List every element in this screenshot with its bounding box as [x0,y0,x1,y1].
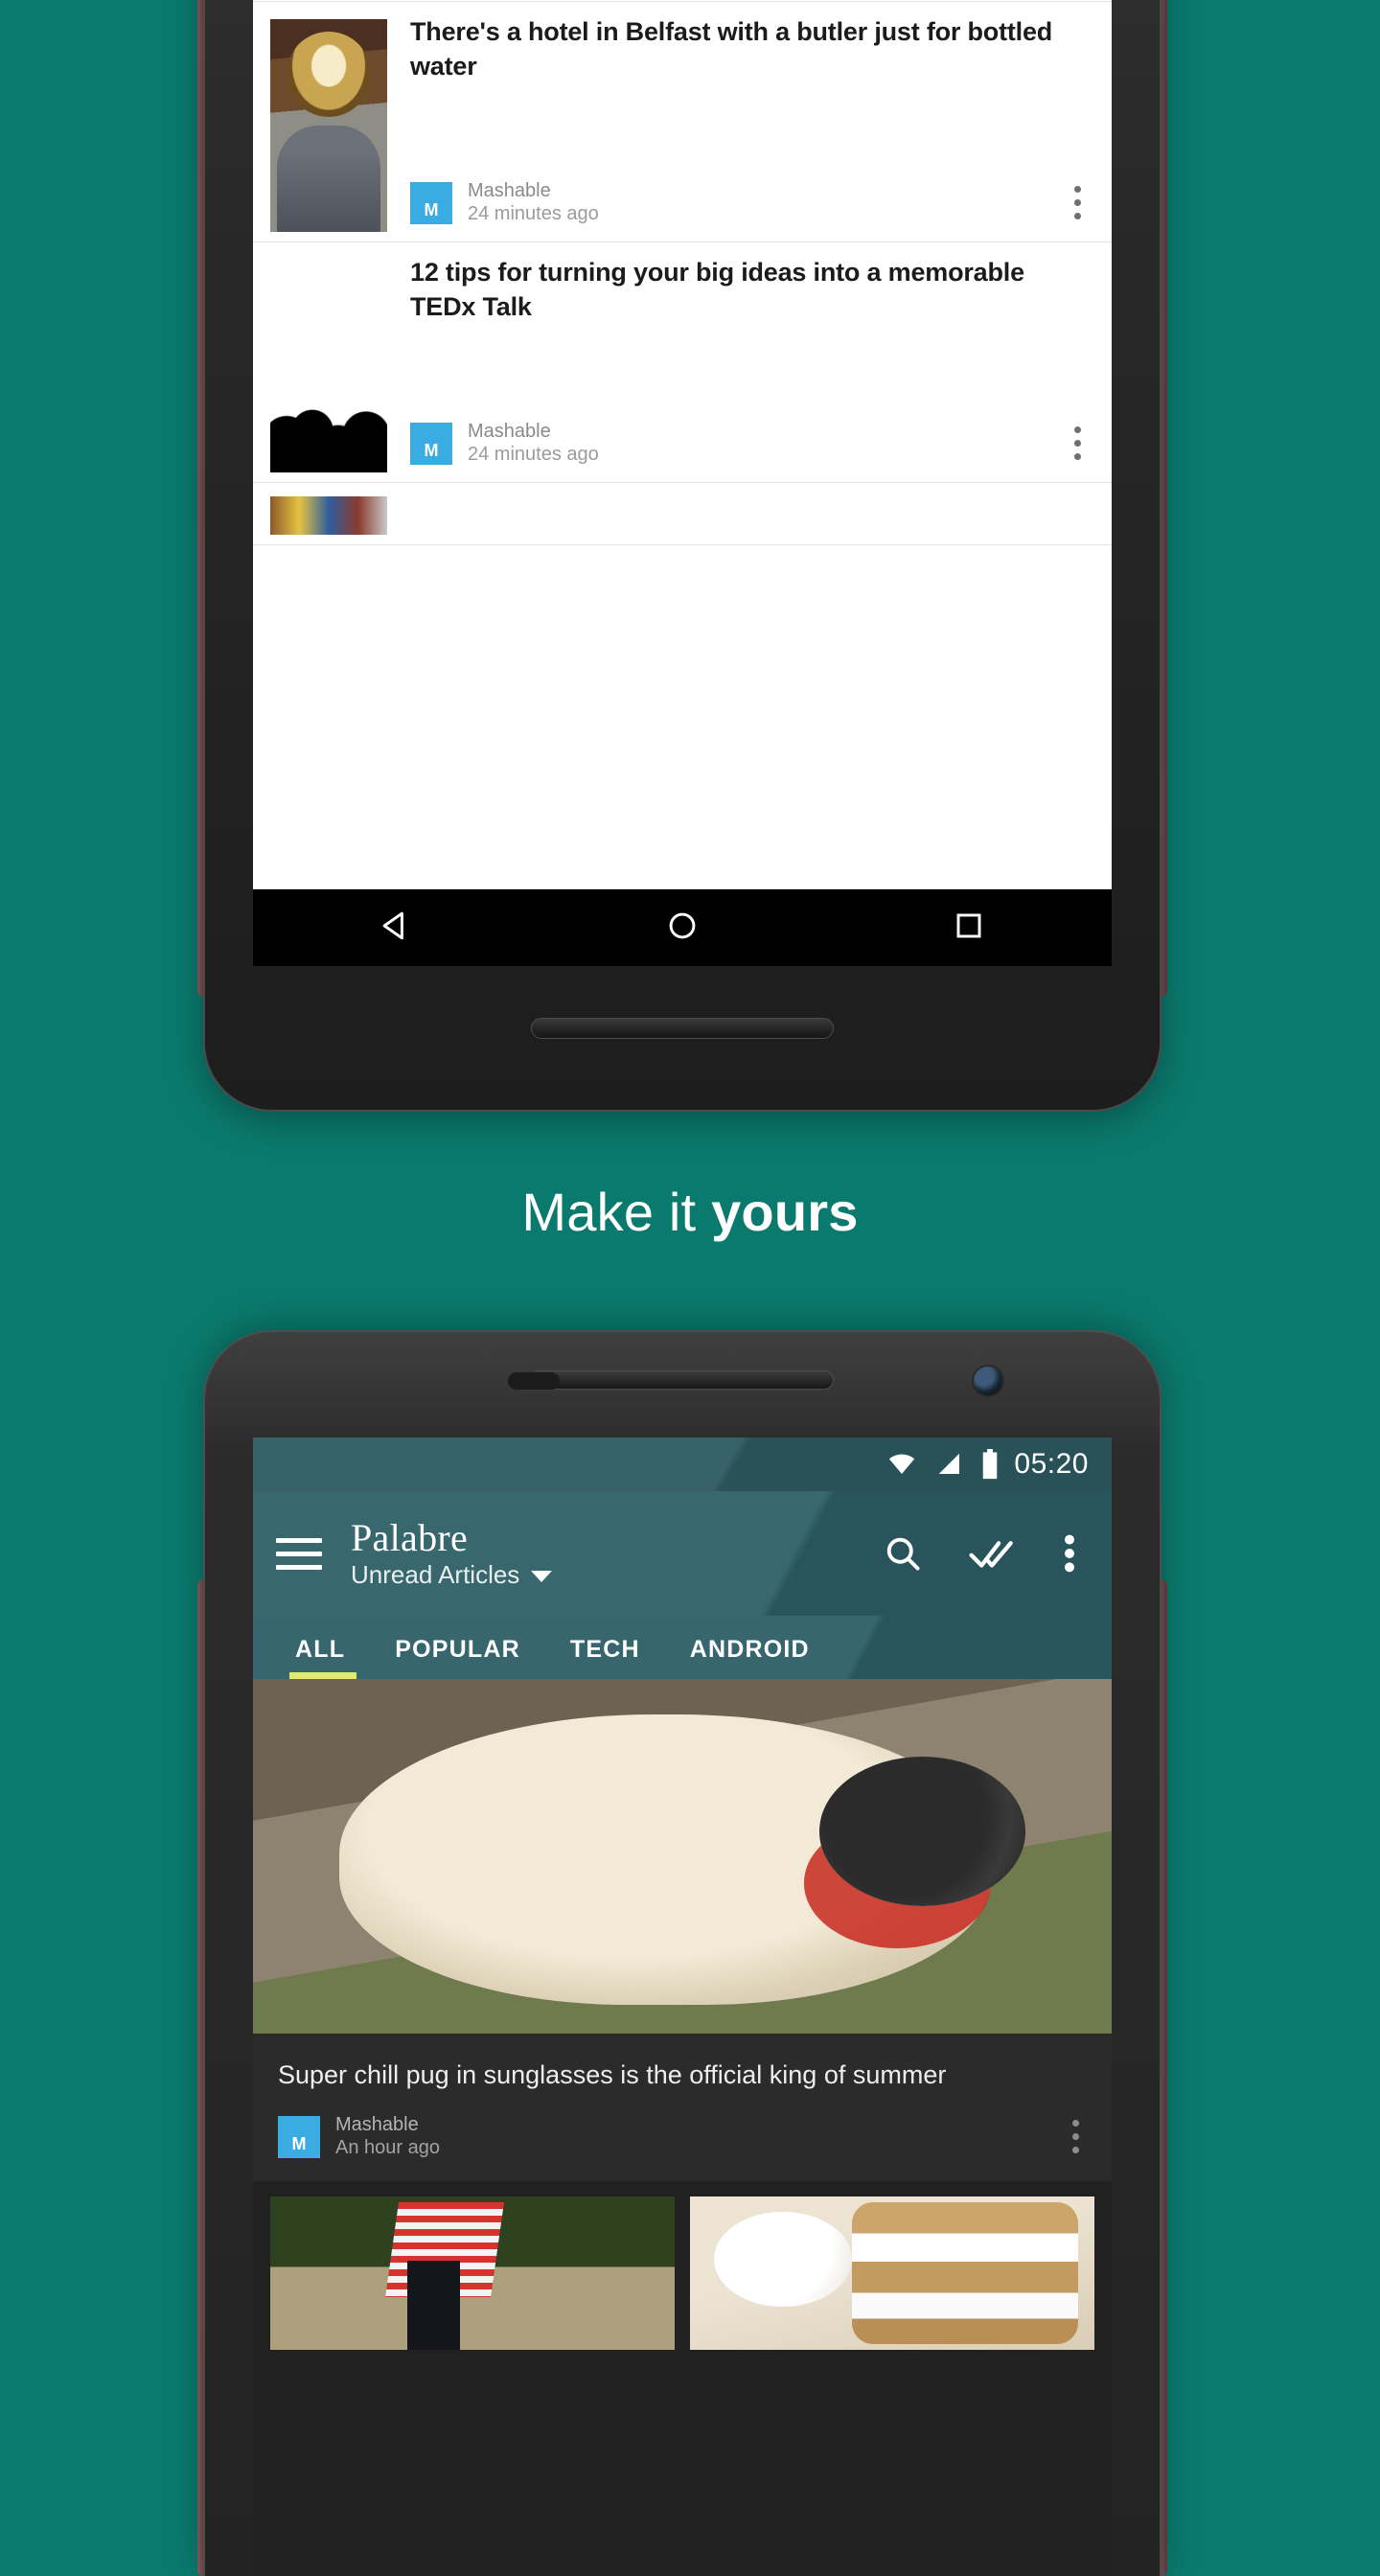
grid-article-image [690,2196,1094,2351]
article-meta: M Mashable 24 minutes ago [410,420,1094,472]
status-bar: 05:20 [253,1438,1112,1491]
grid-article-image [270,2196,675,2351]
list-item[interactable]: There's a hotel in Belfast with a butler… [253,2,1112,242]
nav-recents-button[interactable] [948,905,990,952]
article-thumbnail [270,260,387,472]
article-thumbnail [270,19,387,232]
feature-article-meta: M Mashable An hour ago [253,2092,1112,2181]
overflow-menu-icon[interactable] [1060,1531,1079,1576]
phone-bottom-screen: 05:20 Palabre Unread Articles ALL POPULA… [253,1438,1112,2576]
front-camera [972,1365,1004,1397]
phone-top-screen: China's Stock Market Crashes Again as Pa… [253,0,1112,889]
article-title: 12 tips for turning your big ideas into … [410,258,1024,321]
source-favicon: M [410,181,452,224]
tagline-strong: yours [711,1182,859,1242]
article-meta: M Mashable 24 minutes ago [410,179,1094,232]
feed-selector[interactable]: Unread Articles [351,1560,882,1590]
overflow-menu-icon[interactable] [1060,426,1094,460]
grid-card[interactable] [270,2196,675,2351]
source-favicon: M [410,422,452,465]
chevron-down-icon [531,1571,553,1582]
bottom-speaker-grill [531,1018,834,1039]
grid-card[interactable] [690,2196,1094,2351]
list-item[interactable] [253,483,1112,545]
article-source: Mashable [335,2114,419,2136]
tab-android[interactable]: ANDROID [665,1636,835,1679]
nav-back-button[interactable] [375,905,417,952]
tab-all[interactable]: ALL [276,1636,370,1679]
tab-popular[interactable]: POPULAR [370,1636,545,1679]
list-item[interactable]: 12 tips for turning your big ideas into … [253,242,1112,483]
app-title: Palabre [351,1515,469,1559]
article-grid [253,2181,1112,2351]
article-thumbnail [270,496,387,535]
overflow-menu-icon[interactable] [1058,2120,1092,2154]
wifi-icon [889,1454,915,1474]
feature-article-title: Super chill pug in sunglasses is the off… [278,2060,947,2089]
article-time: An hour ago [335,2137,440,2159]
tagline-prefix: Make it [521,1182,712,1242]
feature-article-image [253,1679,1112,2034]
page-tagline: Make it yours [0,1181,1380,1243]
feed-selector-label: Unread Articles [351,1559,520,1589]
battery-icon [983,1449,998,1480]
app-bar: Palabre Unread Articles [253,1491,1112,1616]
article-time: 24 minutes ago [468,444,599,465]
hamburger-icon[interactable] [276,1537,322,1570]
article-title: There's a hotel in Belfast with a butler… [410,17,1053,80]
nav-home-button[interactable] [661,905,703,952]
android-navigation-bar [253,889,1112,966]
tab-tech[interactable]: TECH [545,1636,665,1679]
feature-article-card[interactable]: Super chill pug in sunglasses is the off… [253,1679,1112,2182]
signal-icon [939,1453,960,1474]
proximity-sensor [508,1372,560,1390]
source-favicon: M [278,2115,320,2158]
phone-top-device: China's Stock Market Crashes Again as Pa… [197,0,1167,1112]
article-time: 24 minutes ago [468,203,599,224]
article-source: Mashable [468,180,551,201]
article-source: Mashable [468,421,551,442]
tab-bar: ALL POPULAR TECH ANDROID [253,1616,1112,1679]
mark-all-read-icon[interactable] [968,1532,1016,1575]
search-icon[interactable] [882,1532,924,1575]
status-bar-clock: 05:20 [1014,1448,1089,1480]
phone-bottom-device: 05:20 Palabre Unread Articles ALL POPULA… [197,1330,1167,2576]
overflow-menu-icon[interactable] [1060,186,1094,219]
earpiece-speaker [531,1370,834,1390]
